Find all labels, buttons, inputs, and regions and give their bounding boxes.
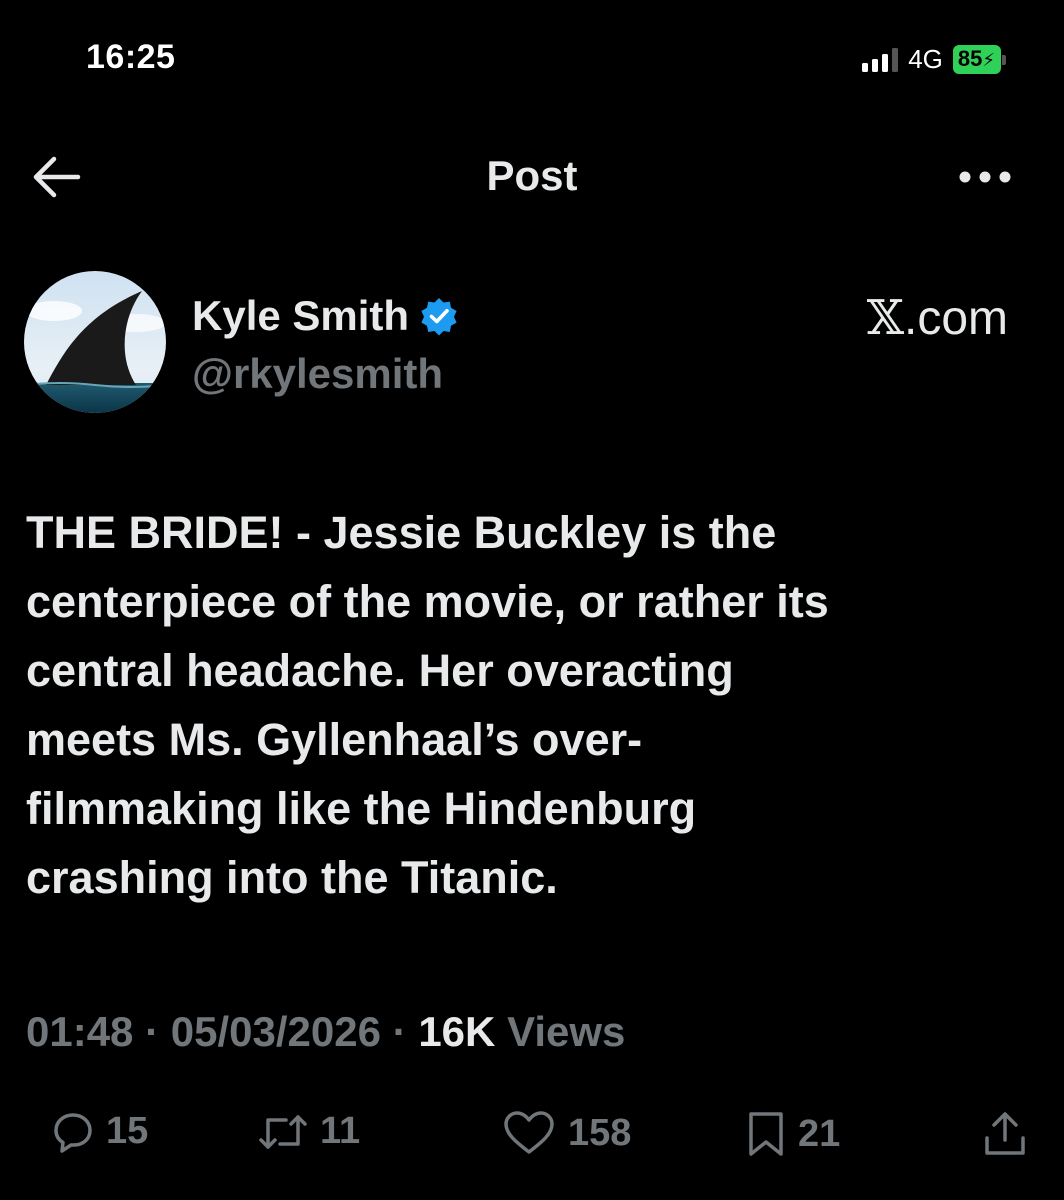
x-logo-icon: 𝕏 — [866, 290, 904, 346]
repost-icon — [259, 1114, 307, 1149]
battery-level: 85 — [957, 46, 983, 71]
share-icon — [985, 1112, 1025, 1155]
heart-icon — [504, 1111, 554, 1154]
post-text: THE BRIDE! - Jessie Buckley is the cente… — [26, 507, 829, 903]
like-button[interactable]: 158 — [502, 1110, 631, 1156]
reply-count: 15 — [106, 1110, 149, 1152]
network-type: 4G — [908, 44, 943, 74]
battery-indicator: 85⚡ — [952, 45, 1006, 74]
author-handle[interactable]: @rkylesmith — [192, 350, 443, 398]
post-time: 01:48 — [26, 1008, 134, 1055]
meta-separator: · — [145, 1008, 160, 1055]
views-label: Views — [507, 1008, 626, 1055]
like-count: 158 — [568, 1111, 632, 1154]
charging-icon: ⚡ — [982, 50, 995, 70]
bookmark-count: 21 — [798, 1112, 841, 1155]
status-indicators: 4G 85⚡ — [862, 44, 1006, 75]
author-name-row[interactable]: Kyle Smith — [192, 292, 459, 340]
verified-badge-icon — [421, 298, 457, 336]
status-time: 16:25 — [86, 38, 176, 76]
post-date: 05/03/2026 — [170, 1008, 381, 1055]
repost-button[interactable]: 11 — [258, 1110, 360, 1153]
post-meta: 01:48 · 05/03/2026 · 16K Views — [26, 1008, 625, 1056]
avatar[interactable] — [24, 271, 166, 413]
page-title: Post — [486, 152, 578, 199]
reply-button[interactable]: 15 — [52, 1110, 148, 1153]
views-count[interactable]: 16K — [418, 1008, 495, 1055]
more-options-button[interactable] — [958, 170, 1012, 184]
more-horizontal-icon — [959, 171, 1011, 183]
shark-fin-avatar — [24, 271, 166, 413]
share-button[interactable] — [982, 1110, 1028, 1158]
reply-icon — [54, 1112, 92, 1153]
bookmark-button[interactable]: 21 — [746, 1110, 840, 1158]
repost-count: 11 — [320, 1110, 361, 1152]
author-name[interactable]: Kyle Smith — [192, 292, 409, 340]
bookmark-icon — [749, 1112, 783, 1156]
brand-suffix: .com — [903, 292, 1008, 345]
signal-icon — [862, 47, 899, 72]
action-bar: 15 11 158 21 — [0, 1110, 1064, 1166]
meta-separator: · — [392, 1008, 407, 1055]
x-com-watermark: 𝕏.com — [867, 290, 1008, 346]
